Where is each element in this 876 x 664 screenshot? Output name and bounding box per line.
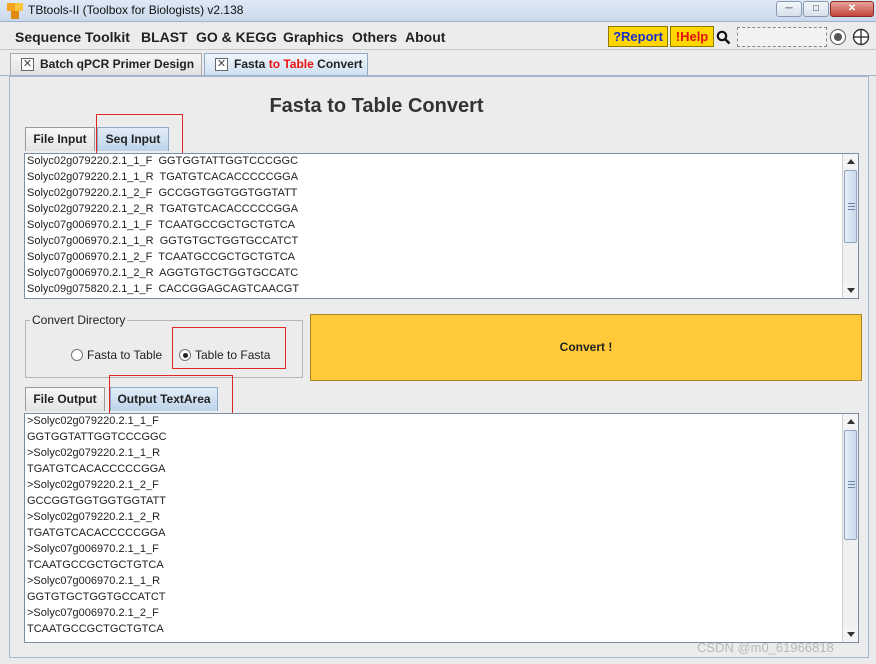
window-title: TBtools-II (Toolbox for Biologists) v2.1… — [28, 3, 244, 17]
search-icon[interactable] — [716, 30, 732, 46]
menu-others[interactable]: Others — [352, 29, 397, 45]
convert-directory-legend: Convert Directory — [30, 313, 128, 327]
output-line: GGTGTGCTGGTGCCATCT — [27, 591, 166, 603]
output-line: TCAATGCCGCTGCTGTCA — [27, 559, 164, 571]
output-line: GGTGGTATTGGTCCCGGC — [27, 431, 167, 443]
menu-graphics[interactable]: Graphics — [283, 29, 344, 45]
radio-label: Fasta to Table — [87, 348, 163, 362]
output-line: >Solyc02g079220.2.1_2_F — [27, 479, 159, 491]
output-line: >Solyc07g006970.2.1_1_R — [27, 575, 161, 587]
scroll-down-icon[interactable] — [843, 627, 858, 642]
main-panel: Fasta to Table Convert File Input Seq In… — [9, 76, 869, 658]
seq-input-line: Solyc09g075820.2.1_1_F CACCGGAGCAGTCAACG… — [27, 283, 300, 295]
tab-label: Batch qPCR Primer Design — [40, 57, 195, 71]
output-line: TGATGTCACACCCCCGGA — [27, 463, 166, 475]
highlight-box — [96, 114, 183, 156]
scroll-up-icon[interactable] — [843, 414, 858, 429]
output-textarea[interactable]: >Solyc02g079220.2.1_1_F GGTGGTATTGGTCCCGG… — [24, 413, 859, 643]
help-button[interactable]: !Help — [670, 26, 714, 47]
seq-input-line: Solyc07g006970.2.1_2_R AGGTGTGCTGGTGCCAT… — [27, 267, 299, 279]
menu-bar: Sequence Toolkit BLAST GO & KEGG Graphic… — [0, 23, 876, 50]
output-line: >Solyc07g006970.2.1_1_F — [27, 543, 159, 555]
scroll-up-icon[interactable] — [843, 154, 858, 169]
globe-icon[interactable] — [852, 28, 870, 46]
search-input[interactable] — [737, 27, 827, 47]
seq-input-line: Solyc07g006970.2.1_2_F TCAATGCCGCTGCTGTC… — [27, 251, 295, 263]
tab-fasta-to-table-convert[interactable]: ✕ Fasta to Table Convert — [204, 53, 368, 75]
tab-batch-qpcr-primer-design[interactable]: ✕ Batch qPCR Primer Design — [10, 53, 202, 75]
output-line: TGATGTCACACCCCCGGA — [27, 527, 166, 539]
highlight-box — [172, 327, 286, 369]
app-logo-icon — [7, 3, 23, 19]
seq-input-line: Solyc02g079220.2.1_1_F GGTGGTATTGGTCCCGG… — [27, 155, 299, 167]
seq-input-line: Solyc07g006970.2.1_1_F TCAATGCCGCTGCTGTC… — [27, 219, 295, 231]
scrollbar[interactable] — [842, 414, 858, 642]
menu-blast[interactable]: BLAST — [141, 29, 188, 45]
document-tabs: ✕ Batch qPCR Primer Design ✕ Fasta to Ta… — [0, 51, 876, 76]
close-tab-icon[interactable]: ✕ — [215, 58, 228, 71]
menu-sequence-toolkit[interactable]: Sequence Toolkit — [15, 29, 130, 45]
scroll-thumb[interactable] — [844, 170, 857, 243]
highlight-box — [109, 375, 233, 417]
convert-button[interactable]: Convert ! — [310, 314, 862, 381]
seq-input-textarea[interactable]: Solyc02g079220.2.1_1_F GGTGGTATTGGTCCCGG… — [24, 153, 859, 299]
watermark-text: CSDN @m0_61966818 — [697, 640, 834, 655]
seq-input-line: Solyc02g079220.2.1_2_F GCCGGTGGTGGTGGTAT… — [27, 187, 298, 199]
scrollbar[interactable] — [842, 154, 858, 298]
maximize-button[interactable]: □ — [803, 1, 829, 17]
output-line: TCAATGCCGCTGCTGTCA — [27, 623, 164, 635]
scroll-thumb[interactable] — [844, 430, 857, 540]
menu-about[interactable]: About — [405, 29, 445, 45]
seq-input-line: Solyc07g006970.2.1_1_R GGTGTGCTGGTGCCATC… — [27, 235, 299, 247]
minimize-button[interactable]: ─ — [776, 1, 802, 17]
output-line: >Solyc02g079220.2.1_1_F — [27, 415, 159, 427]
seq-input-line: Solyc02g079220.2.1_2_R TGATGTCACACCCCCGG… — [27, 203, 299, 215]
close-window-button[interactable]: ✕ — [830, 1, 874, 17]
radio-dot[interactable] — [71, 349, 83, 361]
output-line: >Solyc02g079220.2.1_2_R — [27, 511, 161, 523]
output-line: >Solyc07g006970.2.1_2_F — [27, 607, 159, 619]
scroll-down-icon[interactable] — [843, 283, 858, 298]
title-bar: TBtools-II (Toolbox for Biologists) v2.1… — [0, 0, 876, 22]
output-line: GCCGGTGGTGGTGGTATT — [27, 495, 166, 507]
record-icon[interactable] — [830, 29, 846, 45]
close-tab-icon[interactable]: ✕ — [21, 58, 34, 71]
seq-input-line: Solyc02g079220.2.1_1_R TGATGTCACACCCCCGG… — [27, 171, 299, 183]
tab-file-output[interactable]: File Output — [25, 387, 105, 411]
report-button[interactable]: ?Report — [608, 26, 668, 47]
menu-go-kegg[interactable]: GO & KEGG — [196, 29, 277, 45]
tab-label: Fasta to Table Convert — [234, 57, 363, 71]
output-line: >Solyc02g079220.2.1_1_R — [27, 447, 161, 459]
tab-file-input[interactable]: File Input — [25, 127, 95, 151]
